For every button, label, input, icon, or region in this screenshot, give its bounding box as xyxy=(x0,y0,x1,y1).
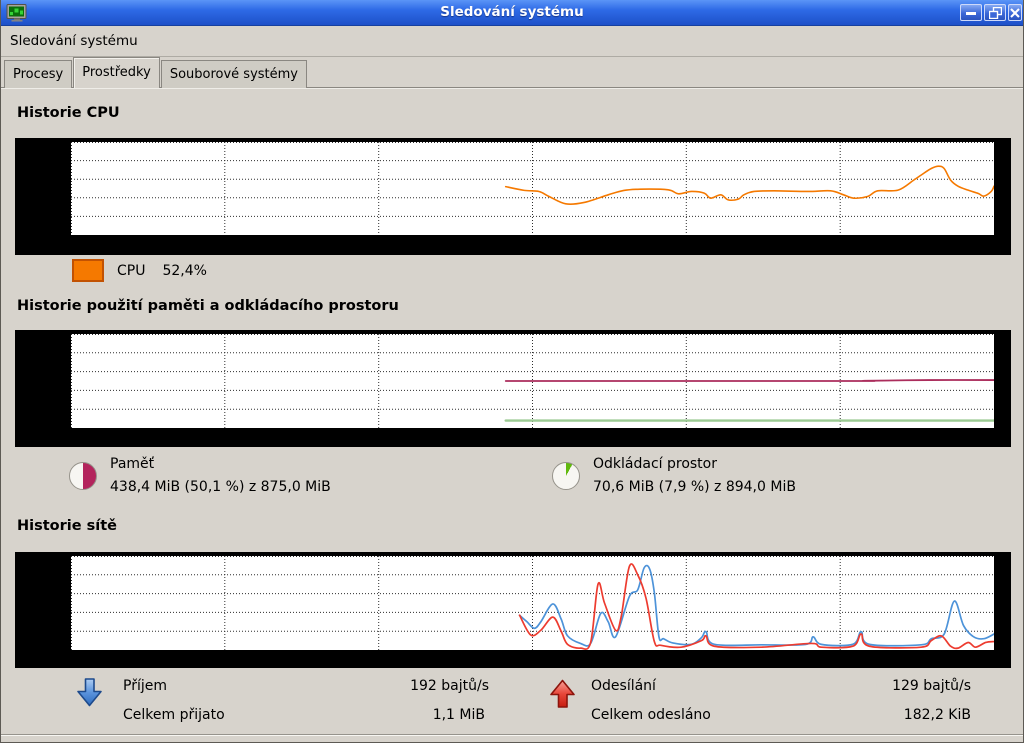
cpu-usage-value: 52,4% xyxy=(162,262,207,279)
swap-usage-value: 70,6 MiB (7,9 %) z 894,0 MiB xyxy=(593,479,796,495)
tab-filesystems[interactable]: Souborové systémy xyxy=(160,60,307,88)
receive-label: Příjem xyxy=(123,678,167,694)
cpu-color-swatch xyxy=(72,259,104,282)
title-bar[interactable]: Sledování systému xyxy=(1,0,1023,26)
memory-pie-icon xyxy=(69,462,97,490)
memory-usage-value: 438,4 MiB (50,1 %) z 875,0 MiB xyxy=(110,479,331,495)
cpu-history-title: Historie CPU xyxy=(17,105,120,121)
cpu-plot-area xyxy=(71,142,994,235)
status-separator xyxy=(1,734,1023,735)
maximize-button[interactable] xyxy=(984,4,1006,21)
swap-legend: Odkládací prostor 70,6 MiB (7,9 %) z 894… xyxy=(552,455,796,495)
network-plot-area xyxy=(71,556,994,650)
tab-resources[interactable]: Prostředky xyxy=(73,57,160,88)
close-button[interactable] xyxy=(1008,4,1022,21)
tab-processes[interactable]: Procesy xyxy=(4,60,73,88)
notebook-border-highlight xyxy=(1,88,1023,89)
receive-rate-value: 192 bajtů/s xyxy=(410,678,489,694)
minimize-icon xyxy=(966,11,976,15)
download-arrow-icon xyxy=(76,677,103,710)
total-received-value: 1,1 MiB xyxy=(432,707,485,723)
total-sent-value: 182,2 KiB xyxy=(903,707,971,723)
network-history-title: Historie sítě xyxy=(17,518,117,534)
total-sent-label: Celkem odesláno xyxy=(591,707,711,723)
cpu-legend: CPU 52,4% xyxy=(72,259,207,282)
send-label: Odesílání xyxy=(591,678,656,694)
upload-arrow-icon xyxy=(549,677,576,710)
memory-plot-area xyxy=(71,334,994,428)
close-icon xyxy=(1010,7,1020,18)
memory-label: Paměť xyxy=(110,456,155,472)
swap-label: Odkládací prostor xyxy=(593,456,717,472)
memory-history-title: Historie použití paměti a odkládacího pr… xyxy=(17,298,399,314)
swap-pie-icon xyxy=(552,462,580,490)
cpu-legend-label: CPU xyxy=(117,262,146,279)
network-history-chart xyxy=(15,552,1011,668)
cpu-history-chart xyxy=(15,138,1011,255)
system-monitor-window: Sledování systému Sledování systému Proc… xyxy=(0,0,1024,743)
minimize-button[interactable] xyxy=(960,4,982,21)
maximize-icon xyxy=(988,6,1002,19)
window-title: Sledování systému xyxy=(440,4,584,20)
send-rate-value: 129 bajtů/s xyxy=(892,678,971,694)
menu-bar: Sledování systému xyxy=(1,26,1023,57)
total-received-label: Celkem přijato xyxy=(123,707,225,723)
menu-item-system-monitor[interactable]: Sledování systému xyxy=(1,26,147,56)
tab-bar: Procesy Prostředky Souborové systémy xyxy=(4,57,308,88)
memory-history-chart xyxy=(15,330,1011,447)
memory-legend: Paměť 438,4 MiB (50,1 %) z 875,0 MiB xyxy=(69,455,331,495)
